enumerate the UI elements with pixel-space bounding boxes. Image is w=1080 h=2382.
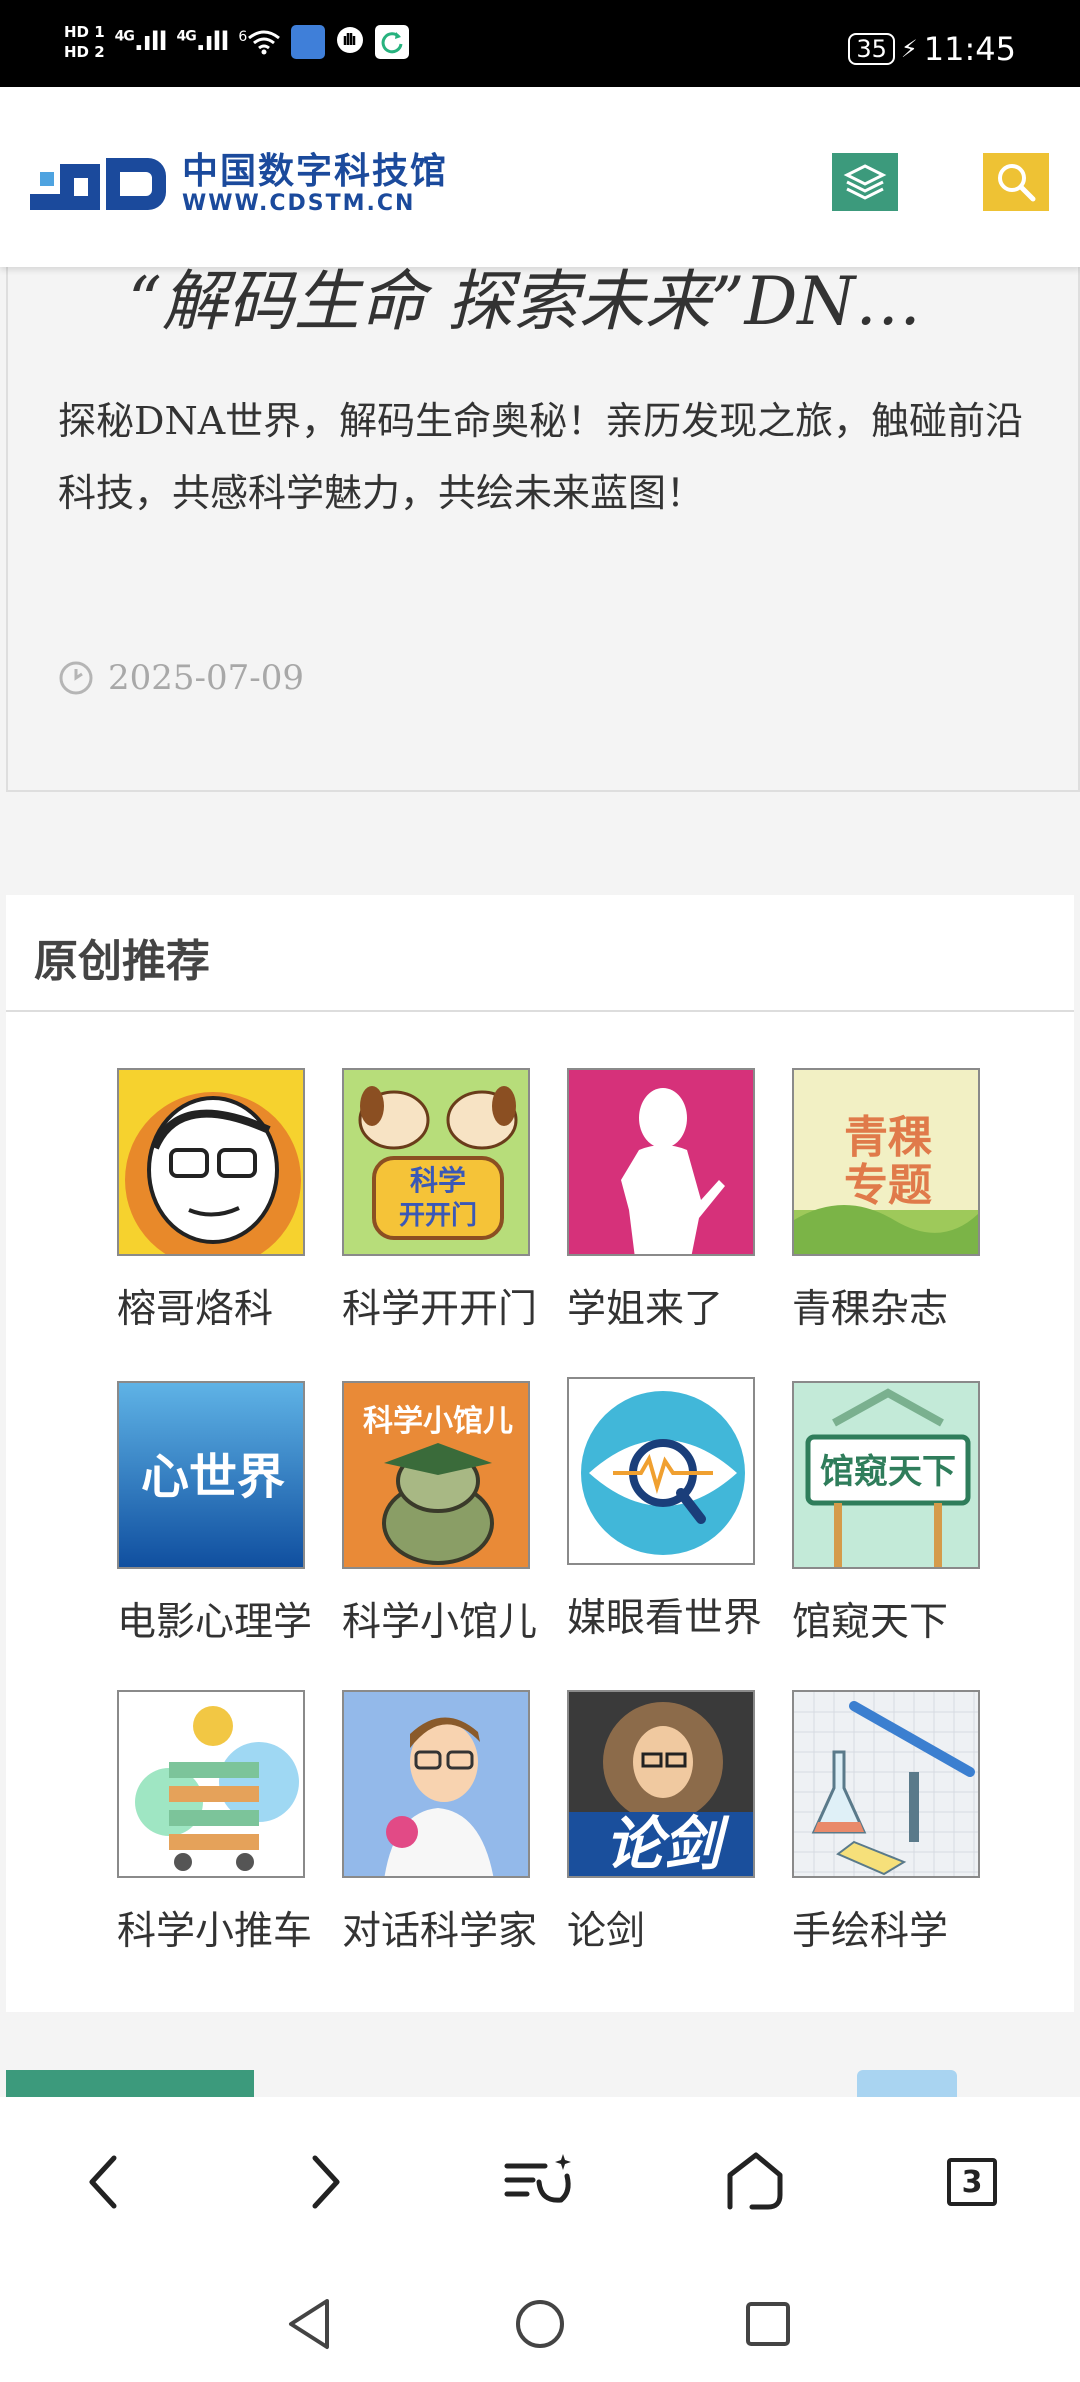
column-label[interactable]: 媒眼看世界 <box>567 1587 797 1643</box>
tab-count: 3 <box>947 2158 997 2206</box>
article-date: 2025-07-09 <box>58 658 304 698</box>
hd1-label: HD 1 <box>64 23 105 41</box>
wifi-icon: 6 <box>238 29 281 55</box>
column-label[interactable]: 科学开开门 <box>342 1278 572 1334</box>
column-qingke[interactable]: 青稞 专题 青稞杂志 <box>792 1068 1022 1334</box>
status-bar: HD 1 HD 2 4G.ıll 4G.ıll 6 35 ⚡ 11:45 <box>0 0 1080 87</box>
column-label[interactable]: 手绘科学 <box>792 1900 1022 1956</box>
kexuekaikaimen-thumb[interactable]: 科学 开开门 <box>342 1068 530 1256</box>
column-dianyingxinlixue[interactable]: 心世界 电影心理学 <box>117 1381 347 1647</box>
lunjian-text: 论剑 <box>605 1810 730 1878</box>
clock: 11:45 <box>923 30 1016 68</box>
refresh-app-icon <box>375 25 410 59</box>
column-label[interactable]: 榕哥烙科 <box>117 1278 347 1334</box>
home-button[interactable] <box>715 2142 795 2222</box>
browser-toolbar: 3 <box>0 2097 1080 2267</box>
column-label[interactable]: 青稞杂志 <box>792 1278 1022 1334</box>
column-ronggelaoke[interactable]: 榕哥烙科 <box>117 1068 347 1334</box>
column-label[interactable]: 电影心理学 <box>117 1591 347 1647</box>
layers-menu-button[interactable] <box>832 153 898 211</box>
column-kexuexiaoguaner[interactable]: 科学小馆儿 科学小馆儿 <box>342 1381 572 1647</box>
layers-icon <box>843 164 887 200</box>
charging-icon: ⚡ <box>900 35 918 63</box>
column-label[interactable]: 科学小推车 <box>117 1900 347 1956</box>
column-label[interactable]: 馆窥天下 <box>792 1591 1022 1647</box>
cdstm-logo-icon <box>30 154 168 214</box>
qingke-thumb[interactable]: 青稞 专题 <box>792 1068 980 1256</box>
meiyankanshijie-thumb[interactable] <box>567 1377 755 1565</box>
nav-recents-button[interactable] <box>733 2289 803 2359</box>
chevron-left-icon <box>89 2155 117 2209</box>
column-xuejielaile[interactable]: 学姐来了 <box>567 1068 797 1334</box>
hd-indicator: HD 1 HD 2 <box>64 22 105 62</box>
menu-button[interactable] <box>498 2142 578 2222</box>
chevron-right-icon <box>312 2155 340 2209</box>
xinshijie-text: 心世界 <box>141 1449 285 1505</box>
signal-icon-2: 4G.ıll <box>176 27 230 57</box>
article-description: 探秘DNA世界，解码生命奥秘！亲历发现之旅，触碰前沿科技，共感科学魅力，共绘未来… <box>58 399 1024 515</box>
qingke-text-1: 青稞 <box>844 1112 932 1163</box>
logo-chinese: 中国数字科技馆 <box>182 151 449 192</box>
xiaoguaner-text: 科学小馆儿 <box>363 1404 513 1439</box>
forward-button[interactable] <box>285 2142 365 2222</box>
home-icon <box>727 2152 783 2210</box>
system-navigation-bar <box>0 2267 1080 2382</box>
column-label[interactable]: 科学小馆儿 <box>342 1591 572 1647</box>
nav-home-button[interactable] <box>505 2289 575 2359</box>
kexuexiaotuiche-thumb[interactable] <box>117 1690 305 1878</box>
column-kexuekaikaimen[interactable]: 科学 开开门 科学开开门 <box>342 1068 572 1334</box>
site-header: 中国数字科技馆 WWW.CDSTM.CN <box>0 87 1080 267</box>
circle-home-icon <box>516 2300 564 2348</box>
column-lunjian[interactable]: 论剑 论剑 <box>567 1690 797 1956</box>
triangle-back-icon <box>289 2299 329 2349</box>
kexuexiaoguaner-thumb[interactable]: 科学小馆儿 <box>342 1381 530 1569</box>
search-button[interactable] <box>983 153 1049 211</box>
guankuitianxia-thumb[interactable]: 馆窥天下 <box>792 1381 980 1569</box>
column-label[interactable]: 学姐来了 <box>567 1278 797 1334</box>
column-kexuexiaotuiche[interactable]: 科学小推车 <box>117 1690 347 1956</box>
lunjian-thumb[interactable]: 论剑 <box>567 1690 755 1878</box>
article-card[interactable]: “解码生命 探索未来”DN… 探秘DNA世界，解码生命奥秘！亲历发现之旅，触碰前… <box>6 240 1080 792</box>
ronggelaoke-thumb[interactable] <box>117 1068 305 1256</box>
app-notification-icon <box>291 25 326 59</box>
square-recents-icon <box>746 2302 790 2346</box>
nav-back-button[interactable] <box>275 2289 345 2359</box>
duihuakexuejia-thumb[interactable] <box>342 1690 530 1878</box>
column-duihuakexuejia[interactable]: 对话科学家 <box>342 1690 572 1956</box>
guankui-text: 馆窥天下 <box>820 1452 956 1492</box>
menu-spark-icon <box>504 2154 571 2203</box>
shouhuikexue-thumb[interactable] <box>792 1690 980 1878</box>
site-logo[interactable]: 中国数字科技馆 WWW.CDSTM.CN <box>30 152 448 216</box>
kaikaimen-text-2: 开开门 <box>399 1201 477 1231</box>
column-label[interactable]: 论剑 <box>567 1900 797 1956</box>
battery-indicator: 35 <box>848 33 895 65</box>
original-recommend-section: 原创推荐 榕哥烙科 科学 开开门 科学开开门 学姐来了 青稞 专题 青稞杂志 心… <box>6 895 1074 2012</box>
divider <box>6 1010 1074 1012</box>
qingke-text-2: 专题 <box>844 1160 932 1211</box>
dianyingxinlixue-thumb[interactable]: 心世界 <box>117 1381 305 1569</box>
signal-icon: 4G.ıll <box>114 27 168 57</box>
kaikaimen-text-1: 科学 <box>410 1164 466 1197</box>
column-label[interactable]: 对话科学家 <box>342 1900 572 1956</box>
logo-url: WWW.CDSTM.CN <box>182 191 416 216</box>
clock-icon <box>59 661 93 695</box>
tabs-button[interactable]: 3 <box>932 2142 1012 2222</box>
column-shouhuikexue[interactable]: 手绘科学 <box>792 1690 1022 1956</box>
search-icon <box>998 164 1036 202</box>
back-button[interactable] <box>64 2142 144 2222</box>
date-text: 2025-07-09 <box>108 658 305 698</box>
xuejielaile-thumb[interactable] <box>567 1068 755 1256</box>
column-meiyankanshijie[interactable]: 媒眼看世界 <box>567 1377 797 1643</box>
section-title: 原创推荐 <box>34 936 210 987</box>
hd2-label: HD 2 <box>64 43 105 61</box>
column-guankuitianxia[interactable]: 馆窥天下 馆窥天下 <box>792 1381 1022 1647</box>
hand-icon <box>335 25 365 60</box>
